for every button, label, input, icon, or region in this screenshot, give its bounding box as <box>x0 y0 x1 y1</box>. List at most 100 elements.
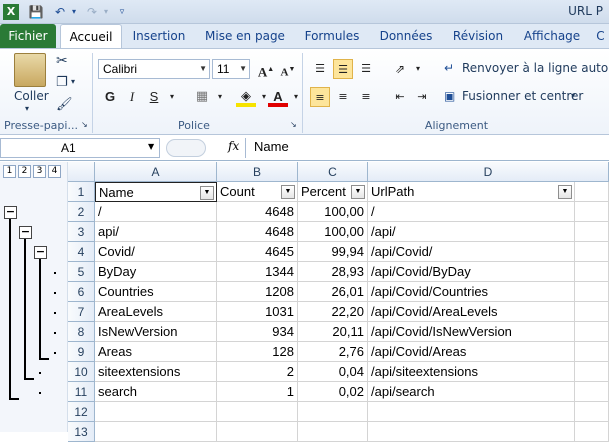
align-middle-icon[interactable]: ☰ <box>333 59 353 79</box>
cell-name[interactable]: Covid/ <box>95 242 217 262</box>
italic-button[interactable]: I <box>122 87 142 107</box>
row-header[interactable]: 8 <box>68 322 95 342</box>
cell-percent[interactable]: 0,02 <box>298 382 368 402</box>
cell-name[interactable]: ByDay <box>95 262 217 282</box>
outline-level-3-button[interactable]: 3 <box>33 165 46 178</box>
cell-name[interactable]: Areas <box>95 342 217 362</box>
merge-center-button[interactable]: Fusionner et centrer <box>462 89 583 103</box>
cell-percent[interactable] <box>298 402 368 422</box>
cell-name[interactable]: search <box>95 382 217 402</box>
tab-affichage[interactable]: Affichage <box>518 24 586 48</box>
orientation-icon[interactable]: ⇗ <box>390 59 410 79</box>
cell-percent[interactable]: 20,11 <box>298 322 368 342</box>
cell-percent[interactable]: 100,00 <box>298 202 368 222</box>
cell-percent[interactable]: 100,00 <box>298 222 368 242</box>
row-header[interactable]: 13 <box>68 422 95 442</box>
collapse-group-level3-button[interactable]: − <box>34 246 47 259</box>
tab-revision[interactable]: Révision <box>446 24 510 48</box>
cell-name[interactable] <box>95 422 217 442</box>
cell-percent[interactable]: 2,76 <box>298 342 368 362</box>
cell-urlpath[interactable]: /api/search <box>368 382 575 402</box>
align-bottom-icon[interactable]: ☰ <box>356 59 376 79</box>
borders-dropdown-icon[interactable]: ▾ <box>210 87 230 107</box>
cell-count[interactable]: 1208 <box>217 282 298 302</box>
row-header[interactable]: 9 <box>68 342 95 362</box>
cell-urlpath[interactable]: /api/ <box>368 222 575 242</box>
cell-count[interactable]: 934 <box>217 322 298 342</box>
cell-name[interactable]: / <box>95 202 217 222</box>
row-header[interactable]: 11 <box>68 382 95 402</box>
row-header[interactable]: 12 <box>68 402 95 422</box>
cell-percent[interactable]: 99,94 <box>298 242 368 262</box>
outline-level-1-button[interactable]: 1 <box>3 165 16 178</box>
grow-font-icon[interactable]: A▲ <box>256 59 276 79</box>
column-header-d[interactable]: D <box>368 162 609 182</box>
align-left-icon[interactable]: ≡ <box>310 87 330 107</box>
filter-dropdown-icon[interactable]: ▼ <box>351 185 365 199</box>
cell-count[interactable]: 128 <box>217 342 298 362</box>
save-icon[interactable]: 💾 <box>28 4 44 20</box>
tab-donnees[interactable]: Données <box>374 24 438 48</box>
row-header[interactable]: 6 <box>68 282 95 302</box>
paste-button[interactable]: Coller <box>14 89 49 103</box>
table-cell[interactable] <box>575 302 609 322</box>
table-cell[interactable] <box>575 222 609 242</box>
cell-count[interactable]: 2 <box>217 362 298 382</box>
cell-name[interactable]: Countries <box>95 282 217 302</box>
row-header[interactable]: 5 <box>68 262 95 282</box>
wrap-text-button[interactable]: Renvoyer à la ligne automati <box>462 61 609 75</box>
cell-urlpath[interactable]: /api/Covid/IsNewVersion <box>368 322 575 342</box>
cell-urlpath[interactable]: /api/Covid/Areas <box>368 342 575 362</box>
tab-c[interactable]: C <box>592 24 609 48</box>
header-cell-count[interactable]: Count ▼ <box>217 182 298 202</box>
cell-count[interactable]: 1344 <box>217 262 298 282</box>
filter-dropdown-icon[interactable]: ▼ <box>200 186 214 200</box>
outline-level-2-button[interactable]: 2 <box>18 165 31 178</box>
filter-dropdown-icon[interactable]: ▼ <box>558 185 572 199</box>
table-cell[interactable] <box>575 182 609 202</box>
bold-button[interactable]: G <box>100 87 120 107</box>
tab-formules[interactable]: Formules <box>298 24 366 48</box>
table-cell[interactable] <box>575 382 609 402</box>
cell-urlpath[interactable] <box>368 402 575 422</box>
format-painter-icon[interactable]: 🖌 <box>56 97 73 112</box>
table-cell[interactable] <box>575 242 609 262</box>
header-cell-name[interactable]: Name ▼ <box>95 182 217 202</box>
row-header[interactable]: 2 <box>68 202 95 222</box>
tab-accueil[interactable]: Accueil <box>60 24 122 48</box>
font-size-select[interactable]: 11 ▼ <box>212 59 250 79</box>
cell-urlpath[interactable]: /api/Covid/ByDay <box>368 262 575 282</box>
cell-count[interactable]: 4645 <box>217 242 298 262</box>
cell-percent[interactable]: 28,93 <box>298 262 368 282</box>
fill-color-icon[interactable]: ◈ <box>236 87 256 107</box>
cell-count[interactable] <box>217 402 298 422</box>
table-cell[interactable] <box>575 402 609 422</box>
paste-icon[interactable] <box>14 53 46 87</box>
align-top-icon[interactable]: ☰ <box>310 59 330 79</box>
clipboard-launcher-icon[interactable]: ↘ <box>81 120 88 129</box>
filter-dropdown-icon[interactable]: ▼ <box>281 185 295 199</box>
row-header[interactable]: 4 <box>68 242 95 262</box>
row-header[interactable]: 10 <box>68 362 95 382</box>
row-header[interactable]: 1 <box>68 182 95 202</box>
insert-function-icon[interactable]: fx <box>228 139 239 153</box>
table-cell[interactable] <box>575 362 609 382</box>
cell-urlpath[interactable]: /api/siteextensions <box>368 362 575 382</box>
name-box[interactable]: A1 <box>0 138 160 158</box>
cell-count[interactable]: 1 <box>217 382 298 402</box>
table-cell[interactable] <box>575 282 609 302</box>
align-center-icon[interactable]: ≡ <box>333 87 353 107</box>
decrease-indent-icon[interactable]: ⇤ <box>390 87 410 107</box>
collapse-group-level2-button[interactable]: − <box>19 226 32 239</box>
column-header-c[interactable]: C <box>298 162 368 182</box>
outline-level-4-button[interactable]: 4 <box>48 165 61 178</box>
cell-urlpath[interactable]: /api/Covid/Countries <box>368 282 575 302</box>
customize-toolbar-icon[interactable]: ▿ <box>114 4 130 20</box>
cell-name[interactable]: api/ <box>95 222 217 242</box>
cell-count[interactable] <box>217 422 298 442</box>
cell-percent[interactable]: 0,04 <box>298 362 368 382</box>
tab-fichier[interactable]: Fichier <box>0 24 56 48</box>
underline-button[interactable]: S <box>144 87 164 107</box>
cell-percent[interactable] <box>298 422 368 442</box>
align-right-icon[interactable]: ≡ <box>356 87 376 107</box>
